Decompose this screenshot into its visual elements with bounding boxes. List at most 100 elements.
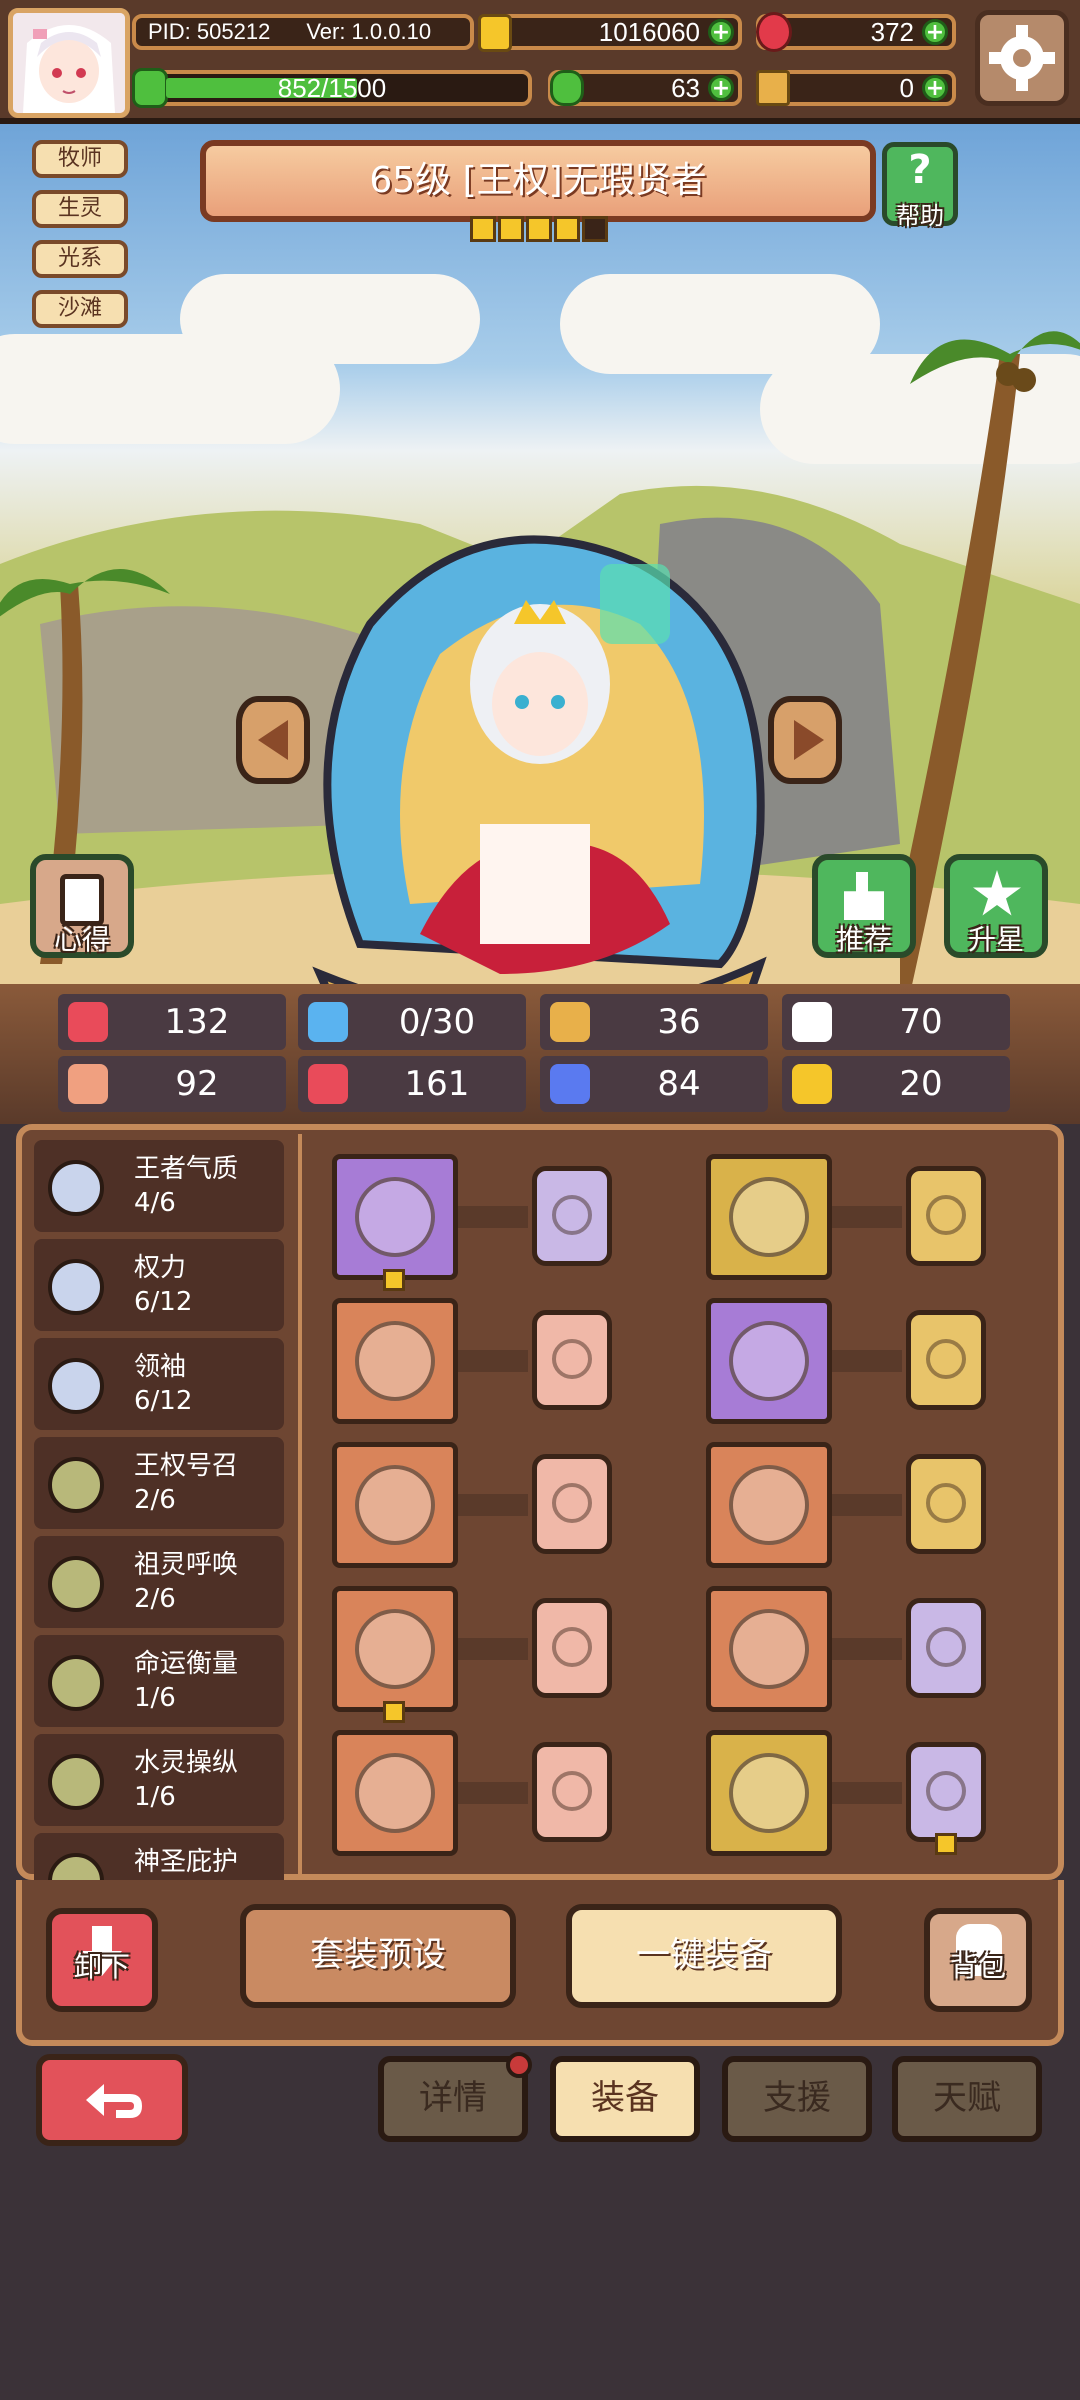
set-bonus-row[interactable]: 神圣庇护 bbox=[34, 1833, 284, 1882]
belt-icon bbox=[729, 1609, 809, 1689]
rune-slot[interactable] bbox=[906, 1454, 986, 1554]
back-button[interactable] bbox=[36, 2054, 188, 2146]
backpack-button[interactable]: 背包 bbox=[924, 1908, 1032, 2012]
set-bonus-row[interactable]: 权力 6/12 bbox=[34, 1239, 284, 1331]
rune-slot[interactable] bbox=[906, 1742, 986, 1855]
rune-symbol-icon bbox=[552, 1195, 592, 1235]
equip-slot-glove[interactable] bbox=[706, 1442, 832, 1568]
equip-slot-crown[interactable] bbox=[706, 1154, 832, 1280]
game-version: Ver: 1.0.0.10 bbox=[306, 19, 432, 44]
stat-heart[interactable]: 132 bbox=[58, 994, 286, 1050]
star-icon bbox=[383, 1701, 405, 1723]
gem-counter: 372 + bbox=[756, 12, 956, 52]
equip-slot-necklace[interactable] bbox=[332, 1442, 458, 1568]
equip-slot-ring[interactable] bbox=[332, 1730, 458, 1856]
equip-slot-boots[interactable] bbox=[706, 1730, 832, 1856]
rune-slot[interactable] bbox=[532, 1166, 612, 1266]
set-name: 水灵操纵 bbox=[134, 1748, 239, 1778]
boot-icon bbox=[550, 1064, 590, 1104]
help-label: 帮助 bbox=[896, 202, 944, 230]
set-bonus-row[interactable]: 领袖 6/12 bbox=[34, 1338, 284, 1430]
book-icon bbox=[308, 1064, 348, 1104]
settings-button[interactable] bbox=[975, 10, 1069, 106]
stat-water-drop[interactable]: 0/30 bbox=[298, 994, 526, 1050]
equip-slot-amulet[interactable] bbox=[332, 1586, 458, 1723]
slot-connector bbox=[832, 1782, 902, 1804]
rune-slot[interactable] bbox=[532, 1454, 612, 1554]
set-bonus-row[interactable]: 祖灵呼唤 2/6 bbox=[34, 1536, 284, 1628]
slot-connector bbox=[458, 1782, 528, 1804]
tab-support[interactable]: 支援 bbox=[722, 2056, 872, 2142]
set-bonus-row[interactable]: 王者气质 4/6 bbox=[34, 1140, 284, 1232]
equip-slot-orb[interactable] bbox=[332, 1298, 458, 1424]
add-keys-button[interactable]: + bbox=[922, 75, 948, 101]
chevron-left-icon bbox=[258, 720, 288, 760]
set-bonus-row[interactable]: 王权号召 2/6 bbox=[34, 1437, 284, 1529]
ruby-icon bbox=[756, 12, 792, 52]
rune-slot[interactable] bbox=[532, 1742, 612, 1842]
set-name: 神圣庇护 bbox=[134, 1847, 239, 1877]
add-clover-button[interactable]: + bbox=[708, 75, 734, 101]
stat-book[interactable]: 161 bbox=[298, 1056, 526, 1112]
tab-details[interactable]: 详情 bbox=[378, 2052, 532, 2142]
stat-value: 70 bbox=[899, 1002, 943, 1042]
water-drop-icon bbox=[308, 1002, 348, 1042]
help-button[interactable]: ? 帮助 bbox=[882, 142, 958, 230]
auto-equip-button[interactable]: 一键装备 bbox=[566, 1904, 842, 2008]
rune-symbol-icon bbox=[926, 1339, 966, 1379]
set-count: 6/12 bbox=[134, 1386, 193, 1416]
equip-slot-belt[interactable] bbox=[706, 1586, 832, 1712]
gold-amount: 1016060 bbox=[598, 16, 700, 47]
hero-star-rating bbox=[470, 216, 610, 250]
next-hero-button[interactable] bbox=[768, 696, 842, 784]
add-gems-button[interactable]: + bbox=[922, 19, 948, 45]
set-coin-icon bbox=[48, 1358, 104, 1414]
hero-portrait[interactable] bbox=[300, 504, 780, 984]
stat-shield[interactable]: 36 bbox=[540, 994, 768, 1050]
rune-slot[interactable] bbox=[906, 1310, 986, 1410]
player-avatar[interactable] bbox=[8, 8, 130, 118]
slot-connector bbox=[832, 1350, 902, 1372]
set-name: 权力 bbox=[134, 1253, 187, 1283]
set-name: 王者气质 bbox=[134, 1154, 239, 1184]
set-bonus-row[interactable]: 命运衡量 1/6 bbox=[34, 1635, 284, 1727]
stat-horseshoe[interactable]: 20 bbox=[782, 1056, 1010, 1112]
notes-button[interactable]: 心得 bbox=[30, 854, 134, 958]
set-preset-label: 套装预设 bbox=[310, 1935, 446, 1975]
set-bonus-list[interactable]: 王者气质 4/6 权力 6/12 领袖 6/12 王权号召 2/6 祖灵呼唤 2/6 命运衡量 1/6… bbox=[26, 1134, 298, 1882]
slot-connector bbox=[458, 1350, 528, 1372]
rune-slot[interactable] bbox=[906, 1598, 986, 1698]
rune-slot[interactable] bbox=[532, 1598, 612, 1698]
set-bonus-row[interactable]: 水灵操纵 1/6 bbox=[34, 1734, 284, 1826]
panel-divider bbox=[298, 1134, 302, 1882]
glove-icon bbox=[729, 1465, 809, 1545]
star-filled-icon bbox=[498, 216, 524, 242]
tag-element: 光系 bbox=[32, 240, 128, 278]
set-name: 命运衡量 bbox=[134, 1649, 239, 1679]
tab-talent[interactable]: 天赋 bbox=[892, 2056, 1042, 2142]
rune-slot[interactable] bbox=[532, 1310, 612, 1410]
star-upgrade-button[interactable]: 升星 bbox=[944, 854, 1048, 958]
horseshoe-icon bbox=[792, 1064, 832, 1104]
rune-slot[interactable] bbox=[906, 1166, 986, 1266]
hero-stats-panel: 132 0/30 36 70 92 161 84 20 bbox=[0, 984, 1080, 1124]
stat-feather[interactable]: 70 bbox=[782, 994, 1010, 1050]
previous-hero-button[interactable] bbox=[236, 696, 310, 784]
equip-slot-scepter[interactable] bbox=[332, 1154, 458, 1291]
top-status-bar: PID: 505212 Ver: 1.0.0.10 1016060 + 372 … bbox=[0, 0, 1080, 124]
recommend-button[interactable]: 推荐 bbox=[812, 854, 916, 958]
star-icon bbox=[973, 870, 1021, 916]
slot-connector bbox=[832, 1638, 902, 1660]
equip-slot-robe[interactable] bbox=[706, 1298, 832, 1424]
stat-fist[interactable]: 92 bbox=[58, 1056, 286, 1112]
add-gold-button[interactable]: + bbox=[708, 19, 734, 45]
stat-boot[interactable]: 84 bbox=[540, 1056, 768, 1112]
tab-equipment[interactable]: 装备 bbox=[550, 2056, 700, 2142]
stat-value: 161 bbox=[404, 1064, 470, 1104]
key-counter: 0 + bbox=[756, 70, 956, 106]
hero-scene: 心得 推荐 升星 bbox=[0, 124, 1080, 984]
unequip-button[interactable]: 卸下 bbox=[46, 1908, 158, 2012]
slot-connector bbox=[458, 1638, 528, 1660]
set-preset-button[interactable]: 套装预设 bbox=[240, 1904, 516, 2008]
tab-label: 装备 bbox=[591, 2078, 659, 2118]
